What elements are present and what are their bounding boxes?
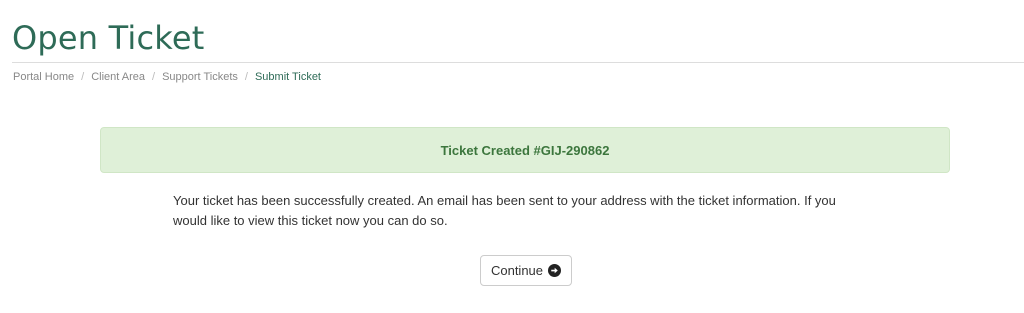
success-alert: Ticket Created #GIJ-290862 — [100, 127, 950, 173]
confirmation-message: Your ticket has been successfully create… — [173, 193, 836, 228]
title-divider — [12, 62, 1024, 63]
breadcrumb-item-client-area[interactable]: Client Area — [91, 71, 145, 83]
breadcrumb-item-submit-ticket: Submit Ticket — [254, 71, 321, 83]
success-alert-text: Ticket Created #GIJ-290862 — [440, 142, 610, 158]
breadcrumb-separator: / — [152, 71, 156, 83]
continue-button[interactable]: Continue — [480, 255, 572, 286]
breadcrumb-item-support-tickets[interactable]: Support Tickets — [162, 71, 238, 83]
breadcrumb-separator: / — [81, 71, 85, 83]
continue-button-label: Continue — [490, 263, 544, 278]
breadcrumb-item-portal-home[interactable]: Portal Home — [13, 71, 74, 83]
breadcrumb: Portal Home / Client Area / Support Tickets /… — [13, 70, 321, 84]
page-title: Open Ticket — [12, 19, 205, 57]
breadcrumb-separator: / — [244, 71, 248, 83]
arrow-circle-right-icon — [548, 264, 562, 277]
